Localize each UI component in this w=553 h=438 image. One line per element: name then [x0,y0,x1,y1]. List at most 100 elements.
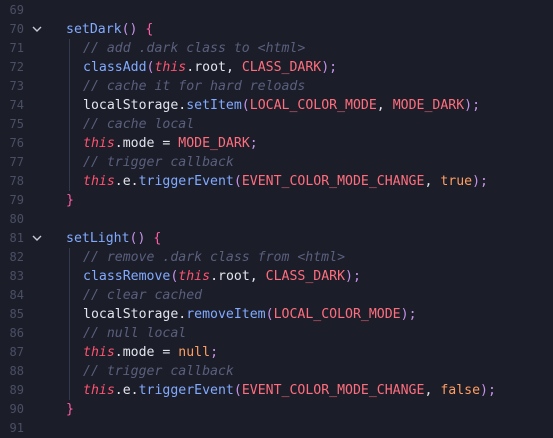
code-text: localStorage.removeItem(LOCAL_COLOR_MODE… [83,305,417,324]
code-line[interactable]: 78 this.e.triggerEvent(EVENT_COLOR_MODE_C… [0,172,553,191]
code-line[interactable]: 86 // null local [0,324,553,343]
code-line[interactable]: 69 [0,1,553,20]
line-number: 80 [9,212,24,226]
code-token: true [440,174,473,189]
line-number: 77 [9,155,24,169]
code-line[interactable]: 81 setLight() { [0,229,553,248]
code-token: // add .dark class to <html> [83,41,306,56]
code-token: MODE_DARK [392,98,465,113]
code-text: // trigger callback [83,362,234,381]
code-token: () [129,231,146,246]
code-token: setLight [66,231,130,246]
code-text: // add .dark class to <html> [83,39,305,58]
code-token: EVENT_COLOR_MODE_CHANGE [241,174,425,189]
code-token: ; [249,136,258,151]
code-token: ); [400,307,417,322]
chevron-down-icon[interactable] [31,20,43,39]
code-line[interactable]: 71 // add .dark class to <html> [0,39,553,58]
code-text: // trigger callback [83,153,234,172]
code-line[interactable]: 70 setDark() { [0,20,553,39]
code-text: classRemove(this.root, CLASS_DARK); [83,267,361,286]
code-token: ); [472,174,488,189]
code-text: // remove .dark class from <html> [83,248,345,267]
code-line[interactable]: 75 // cache local [0,115,553,134]
code-token: localStorage. [83,307,187,322]
code-token: triggerEvent [138,174,234,189]
line-number: 78 [9,174,24,188]
line-number: 76 [9,136,24,150]
code-line[interactable]: 82 // remove .dark class from <html> [0,248,553,267]
code-token: this [83,383,115,398]
code-token: // trigger callback [83,155,234,170]
line-number: 81 [9,231,24,245]
code-token: LOCAL_COLOR_MODE [249,98,377,113]
line-number: 88 [9,364,24,378]
code-line[interactable]: 77 // trigger callback [0,153,553,172]
code-token: ( [233,174,242,189]
code-text: // cache it for hard reloads [83,77,305,96]
code-token: } [66,402,74,417]
code-line[interactable]: 87 this.mode = null; [0,343,553,362]
code-text: this.e.triggerEvent(EVENT_COLOR_MODE_CHA… [83,172,488,191]
code-token: // cache it for hard reloads [83,79,306,94]
code-token: this [178,269,211,284]
code-line[interactable]: 83 classRemove(this.root, CLASS_DARK); [0,267,553,286]
line-number: 86 [9,326,24,340]
code-line[interactable]: 84 // clear cached [0,286,553,305]
code-token: } [66,193,74,208]
code-line[interactable]: 74 localStorage.setItem(LOCAL_COLOR_MODE,… [0,96,553,115]
chevron-down-icon[interactable] [31,229,43,248]
line-number: 84 [9,288,24,302]
code-token: // cache local [83,117,195,132]
code-token: .mode = [114,345,179,360]
code-text: } [66,191,74,210]
code-token: , [424,174,441,189]
code-line[interactable]: 89 this.e.triggerEvent(EVENT_COLOR_MODE_C… [0,381,553,400]
line-number: 75 [9,117,24,131]
line-number: 82 [9,250,24,264]
code-token: this [83,174,115,189]
code-line[interactable]: 90} [0,400,553,419]
code-token: ); [345,269,361,284]
code-token: // remove .dark class from <html> [83,250,346,265]
code-token: () [121,22,138,37]
code-token: ; [210,345,219,360]
code-text: setLight() { [66,229,161,248]
code-token: MODE_DARK [178,136,250,151]
code-text: // clear cached [83,286,202,305]
code-token: .e. [114,174,139,189]
code-token: ( [265,307,274,322]
code-line[interactable]: 80 [0,210,553,229]
code-line[interactable]: 85 localStorage.removeItem(LOCAL_COLOR_MO… [0,305,553,324]
code-line[interactable]: 91 [0,419,553,438]
code-text: // cache local [83,115,194,134]
line-number: 90 [9,402,24,416]
code-line[interactable]: 72 classAdd(this.root, CLASS_DARK); [0,58,553,77]
code-text: setDark() { [66,20,153,39]
code-line[interactable]: 73 // cache it for hard reloads [0,77,553,96]
line-number: 72 [9,60,24,74]
code-token: ( [241,98,250,113]
code-token: .root, [186,60,242,75]
code-token: removeItem [186,307,266,322]
line-number: 85 [9,307,24,321]
code-token: { [153,231,162,246]
code-token: setItem [186,98,242,113]
code-token: CLASS_DARK [241,60,322,75]
code-text: localStorage.setItem(LOCAL_COLOR_MODE, M… [83,96,480,115]
code-editor[interactable]: 69 70 setDark() {71// add .dark class to <… [0,0,553,436]
code-token: .mode = [114,136,179,151]
code-token: , [424,383,441,398]
code-token: this [154,60,187,75]
code-line[interactable]: 76 this.mode = MODE_DARK; [0,134,553,153]
code-line[interactable]: 79} [0,191,553,210]
code-token: null [178,345,211,360]
code-text: this.mode = MODE_DARK; [83,134,258,153]
code-token: .root, [210,269,266,284]
code-token: { [145,22,154,37]
code-token: // null local [83,326,187,341]
code-text: this.e.triggerEvent(EVENT_COLOR_MODE_CHA… [83,381,496,400]
line-number: 70 [9,22,24,36]
line-number: 89 [9,383,24,397]
code-line[interactable]: 88 // trigger callback [0,362,553,381]
